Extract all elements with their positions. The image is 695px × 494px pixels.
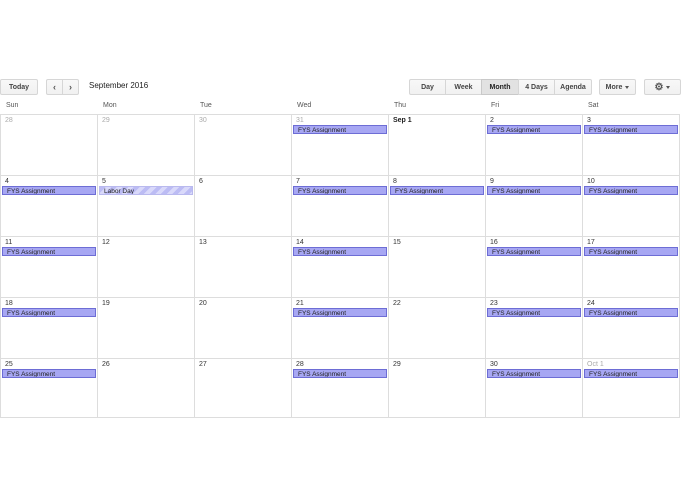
weekday-fri: Fri — [491, 102, 500, 109]
calendar-event[interactable]: FYS Assignment — [487, 186, 581, 195]
day-number[interactable]: 12 — [102, 239, 110, 246]
weekday-sun: Sun — [6, 102, 19, 109]
view-day-button[interactable]: Day — [409, 79, 446, 95]
day-number[interactable]: 21 — [296, 300, 304, 307]
day-number[interactable]: 15 — [393, 239, 401, 246]
calendar-event[interactable]: FYS Assignment — [293, 186, 387, 195]
grid-divider — [0, 297, 680, 298]
calendar-event[interactable]: FYS Assignment — [487, 369, 581, 378]
calendar-event[interactable]: FYS Assignment — [2, 369, 96, 378]
next-button[interactable]: › — [62, 79, 79, 95]
day-number[interactable]: 17 — [587, 239, 595, 246]
grid-divider — [0, 236, 680, 237]
day-number[interactable]: 8 — [393, 178, 397, 185]
day-number[interactable]: 23 — [490, 300, 498, 307]
grid-divider — [194, 114, 195, 418]
view-4days-button[interactable]: 4 Days — [518, 79, 555, 95]
view-week-button[interactable]: Week — [445, 79, 482, 95]
weekday-tue: Tue — [200, 102, 212, 109]
month-title: September 2016 — [89, 81, 149, 90]
calendar-event[interactable]: FYS Assignment — [487, 125, 581, 134]
day-number[interactable]: 22 — [393, 300, 401, 307]
grid-divider — [388, 114, 389, 418]
calendar-event[interactable]: FYS Assignment — [2, 186, 96, 195]
weekday-mon: Mon — [103, 102, 117, 109]
day-number[interactable]: 29 — [102, 117, 110, 124]
day-number[interactable]: 20 — [199, 300, 207, 307]
calendar-toolbar: Today ‹ › September 2016 Day Week Month … — [0, 79, 695, 95]
day-number[interactable]: 13 — [199, 239, 207, 246]
holiday-event[interactable]: Labor Day — [99, 186, 193, 195]
chevron-right-icon: › — [69, 82, 72, 92]
weekday-sat: Sat — [588, 102, 599, 109]
calendar-event[interactable]: FYS Assignment — [293, 247, 387, 256]
day-number[interactable]: 27 — [199, 361, 207, 368]
day-number[interactable]: Oct 1 — [587, 361, 604, 368]
grid-divider — [0, 358, 680, 359]
day-number[interactable]: 7 — [296, 178, 300, 185]
day-number[interactable]: 30 — [199, 117, 207, 124]
calendar-event[interactable]: FYS Assignment — [390, 186, 484, 195]
more-label: More — [605, 83, 623, 91]
day-number[interactable]: 29 — [393, 361, 401, 368]
calendar-event[interactable]: FYS Assignment — [2, 308, 96, 317]
calendar-event[interactable]: FYS Assignment — [584, 308, 678, 317]
grid-divider — [97, 114, 98, 418]
day-number[interactable]: 3 — [587, 117, 591, 124]
day-number[interactable]: 18 — [5, 300, 13, 307]
calendar-event[interactable]: FYS Assignment — [584, 186, 678, 195]
today-button[interactable]: Today — [0, 79, 38, 95]
day-number[interactable]: Sep 1 — [393, 117, 412, 124]
day-number[interactable]: 16 — [490, 239, 498, 246]
calendar-event[interactable]: FYS Assignment — [293, 369, 387, 378]
calendar-event[interactable]: FYS Assignment — [584, 247, 678, 256]
weekday-thu: Thu — [394, 102, 407, 109]
calendar-event[interactable]: FYS Assignment — [487, 308, 581, 317]
calendar-event[interactable]: FYS Assignment — [584, 125, 678, 134]
gear-icon: ⚙ — [654, 81, 664, 93]
calendar-event[interactable]: FYS Assignment — [2, 247, 96, 256]
calendar-event[interactable]: FYS Assignment — [584, 369, 678, 378]
calendar-event[interactable]: FYS Assignment — [293, 308, 387, 317]
calendar-event[interactable]: FYS Assignment — [293, 125, 387, 134]
day-number[interactable]: 9 — [490, 178, 494, 185]
caret-down-icon — [625, 85, 630, 89]
day-number[interactable]: 14 — [296, 239, 304, 246]
day-number[interactable]: 19 — [102, 300, 110, 307]
caret-down-icon — [666, 85, 671, 89]
day-number[interactable]: 24 — [587, 300, 595, 307]
grid-divider — [485, 114, 486, 418]
day-number[interactable]: 26 — [102, 361, 110, 368]
view-month-button[interactable]: Month — [481, 79, 519, 95]
grid-divider — [0, 175, 680, 176]
day-number[interactable]: 10 — [587, 178, 595, 185]
calendar-event[interactable]: FYS Assignment — [487, 247, 581, 256]
day-number[interactable]: 6 — [199, 178, 203, 185]
view-agenda-button[interactable]: Agenda — [554, 79, 592, 95]
chevron-left-icon: ‹ — [53, 82, 56, 92]
more-button[interactable]: More — [599, 79, 636, 95]
day-number[interactable]: 28 — [5, 117, 13, 124]
grid-divider — [291, 114, 292, 418]
grid-divider — [582, 114, 583, 418]
prev-button[interactable]: ‹ — [46, 79, 63, 95]
weekday-wed: Wed — [297, 102, 312, 109]
day-number[interactable]: 2 — [490, 117, 494, 124]
settings-button[interactable]: ⚙ — [644, 79, 681, 95]
day-number[interactable]: 31 — [296, 117, 304, 124]
day-number[interactable]: 28 — [296, 361, 304, 368]
day-number[interactable]: 30 — [490, 361, 498, 368]
day-number[interactable]: 11 — [5, 239, 12, 246]
day-number[interactable]: 4 — [5, 178, 9, 185]
day-number[interactable]: 5 — [102, 178, 106, 185]
day-number[interactable]: 25 — [5, 361, 13, 368]
